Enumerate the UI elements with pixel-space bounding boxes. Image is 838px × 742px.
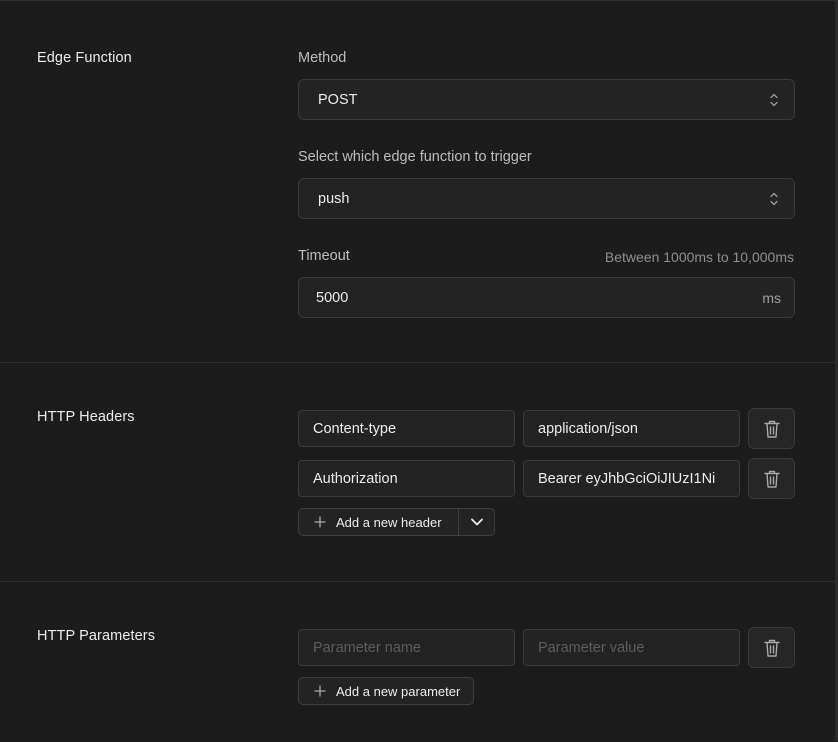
- add-header-label: Add a new header: [336, 514, 442, 530]
- delete-parameter-button[interactable]: [748, 627, 795, 668]
- header-value-input[interactable]: Bearer eyJhbGciOiJIUzI1Ni: [523, 460, 740, 497]
- chevron-up-down-icon: [770, 93, 778, 106]
- section-title-http-headers: HTTP Headers: [37, 409, 135, 425]
- function-select-label: Select which edge function to trigger: [298, 149, 532, 165]
- trash-icon: [763, 470, 780, 488]
- method-label: Method: [298, 50, 347, 66]
- chevron-down-icon: [470, 518, 483, 526]
- timeout-value: 5000: [316, 289, 349, 306]
- method-select[interactable]: POST: [298, 79, 795, 120]
- delete-header-button[interactable]: [748, 408, 795, 449]
- edge-function-value: push: [318, 190, 350, 207]
- http-headers-section: HTTP Headers Content-type application/js…: [0, 363, 835, 582]
- edge-function-select[interactable]: push: [298, 178, 795, 219]
- header-name-input[interactable]: Authorization: [298, 460, 515, 497]
- header-name-input[interactable]: Content-type: [298, 410, 515, 447]
- plus-icon: [314, 516, 326, 528]
- timeout-hint: Between 1000ms to 10,000ms: [604, 249, 794, 265]
- section-title-edge-function: Edge Function: [37, 50, 132, 66]
- webhook-form: Edge Function Method POST Select which e…: [0, 0, 838, 741]
- trash-icon: [763, 639, 780, 657]
- chevron-up-down-icon: [770, 192, 778, 205]
- add-header-dropdown-button[interactable]: [458, 509, 494, 535]
- timeout-unit: ms: [762, 289, 781, 306]
- add-parameter-label: Add a new parameter: [336, 683, 461, 699]
- section-title-http-parameters: HTTP Parameters: [37, 628, 156, 644]
- timeout-label: Timeout: [298, 248, 350, 264]
- method-value: POST: [318, 91, 358, 108]
- parameter-value-input[interactable]: Parameter value: [523, 629, 740, 666]
- parameter-name-input[interactable]: Parameter name: [298, 629, 515, 666]
- timeout-input[interactable]: 5000 ms: [298, 277, 795, 318]
- edge-function-section: Edge Function Method POST Select which e…: [0, 1, 835, 363]
- add-header-button[interactable]: Add a new header: [299, 509, 458, 535]
- add-parameter-button[interactable]: Add a new parameter: [298, 677, 474, 705]
- http-parameters-section: HTTP Parameters Parameter name Parameter…: [0, 582, 835, 742]
- trash-icon: [763, 420, 780, 438]
- add-header-button-group: Add a new header: [298, 508, 495, 536]
- delete-header-button[interactable]: [748, 458, 795, 499]
- plus-icon: [314, 685, 326, 697]
- header-value-input[interactable]: application/json: [523, 410, 740, 447]
